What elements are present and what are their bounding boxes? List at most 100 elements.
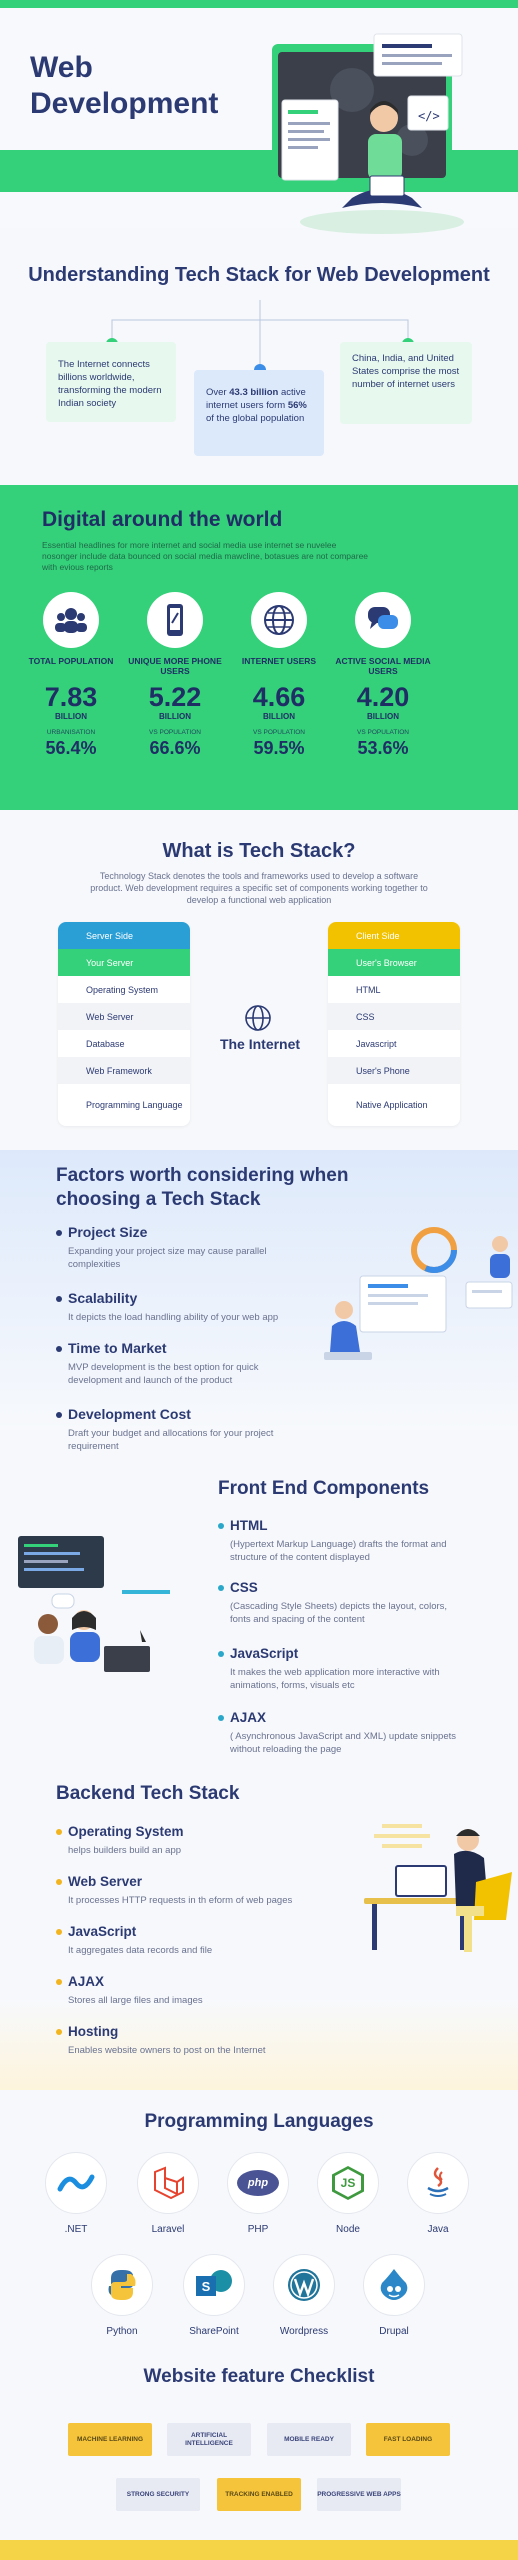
stat-number: 4.20 [356,682,410,712]
factors-title: Factors worth considering when choosing … [56,1165,349,1210]
page-title: Web Development [30,51,219,120]
bullet-icon [56,1929,62,1936]
backend-description: It processes HTTP requests in th eform o… [68,1895,293,1906]
server-row: Web Framework [58,1057,190,1084]
top-bar [0,0,518,8]
php-icon: php [227,2152,289,2214]
stat-sublabel: VS POPULATION [253,729,305,736]
factor-item: Project Size Expanding your project size… [56,1224,306,1271]
stat-number: 4.66 [252,682,306,712]
phone-icon [147,592,203,648]
frontend-heading: JavaScript [218,1646,468,1661]
frontend-item: JavaScript It makes the web application … [218,1646,468,1692]
chat-icon [355,592,411,648]
language-java: Java [406,2152,470,2235]
feature-pill: TRACKING ENABLED [217,2478,301,2511]
languages-title: Programming Languages [144,2111,374,2132]
factor-heading: Scalability [56,1290,306,1306]
language-laravel: Laravel [136,2152,200,2235]
language-label: Python [106,2326,138,2337]
server-row: Web Server [58,1003,190,1030]
info-card-countries: China, India, and United States comprise… [340,342,472,424]
client-row: User's Browser [328,949,460,976]
card-text: Over [206,387,230,398]
dotnet-icon [45,2152,107,2214]
python-icon [91,2254,153,2316]
language-wordpress: Wordpress [272,2254,336,2337]
stat-label: INTERNET USERS [241,656,317,666]
server-row: Your Server [58,949,190,976]
frontend-description: It makes the web application more intera… [230,1667,440,1691]
server-row: Programming Language [86,1100,183,1110]
stat-sublabel: VS POPULATION [357,729,409,736]
language-node: JS Node [316,2152,380,2235]
client-side-header: Client Side [328,922,460,949]
bullet-icon [56,1296,62,1303]
frontend-item: HTML (Hypertext Markup Language) drafts … [218,1518,468,1564]
bullet-icon [218,1523,224,1530]
stat-unit: BILLION [159,712,191,721]
feature-pill: MACHINE LEARNING [68,2423,152,2456]
analytics-illustration [324,1227,513,1360]
frontend-title: Front End Components [218,1478,430,1499]
frontend-heading: CSS [218,1580,468,1595]
client-row: CSS [328,1003,460,1030]
backend-description: It aggregates data records and file [68,1945,213,1956]
feature-pill: PROGRESSIVE WEB APPS [317,2478,401,2511]
stat-unit: BILLION [263,712,295,721]
factor-heading: Time to Market [56,1340,306,1356]
stat-percent: 56.4% [45,738,97,758]
stat-percent: 59.5% [253,738,305,758]
backend-item: AJAX Stores all large files and images [56,1974,316,2006]
bottom-bar [0,2540,518,2560]
stat-number: 7.83 [44,682,98,712]
client-row: Native Application [356,1100,428,1110]
stat-number: 5.22 [148,682,202,712]
backend-heading: AJAX [56,1974,316,1989]
server-row: Operating System [86,984,159,995]
bullet-icon [56,1979,62,1986]
stat-social-users: ACTIVE SOCIAL MEDIA USERS 4.20 BILLION V… [328,592,438,759]
stat-population: TOTAL POPULATION 7.83 BILLION URBANISATI… [16,592,126,759]
factor-item: Time to Market MVP development is the be… [56,1340,306,1387]
backend-item: JavaScript It aggregates data records an… [56,1924,316,1956]
drupal-icon [363,2254,425,2316]
language-label: SharePoint [189,2326,239,2337]
bullet-icon [218,1651,224,1658]
backend-item: Operating System helps builders build an… [56,1824,316,1856]
stat-label: ACTIVE SOCIAL MEDIA USERS [335,656,431,676]
client-row: User's Phone [328,1057,460,1084]
language-drupal: Drupal [362,2254,426,2337]
feature-pill: ARTIFICIAL INTELLIGENCE [167,2423,251,2456]
stat-phone-users: UNIQUE MORE PHONE USERS 5.22 BILLION VS … [120,592,230,759]
server-side-header: Server Side [58,922,190,949]
factor-description: Expanding your project size may cause pa… [68,1246,267,1270]
factor-description: MVP development is the best option for q… [68,1362,259,1386]
language-dotnet: .NET [44,2152,108,2235]
bullet-icon [56,1346,62,1353]
frontend-description: (Cascading Style Sheets) depicts the lay… [230,1601,448,1625]
language-label: Wordpress [279,2326,329,2337]
techstack-title: What is Tech Stack? [162,840,356,862]
factor-heading: Development Cost [56,1406,306,1422]
sharepoint-icon: S [183,2254,245,2316]
globe-icon [251,592,307,648]
bullet-icon [56,1412,62,1419]
digital-description: Essential headlines for more internet an… [42,540,369,572]
node-icon: JS [317,2152,379,2214]
card-text: of the global population [206,413,305,424]
feature-pill: FAST LOADING [366,2423,450,2456]
server-side-column: Server Side Your Server Operating System… [58,922,190,1126]
info-card-india: The Internet connects billions worldwide… [46,342,176,422]
laravel-icon [137,2152,199,2214]
backend-item: Web Server It processes HTTP requests in… [56,1874,316,1906]
card-highlight: 56% [287,400,307,411]
stat-sublabel: URBANISATION [46,729,96,736]
backend-heading: Hosting [56,2024,316,2039]
frontend-description: (Hypertext Markup Language) drafts the f… [230,1539,447,1563]
java-icon [407,2152,469,2214]
backend-item: Hosting Enables website owners to post o… [56,2024,316,2056]
bullet-icon [218,1585,224,1592]
stat-unit: BILLION [55,712,87,721]
factor-description: Draft your budget and allocations for yo… [68,1428,274,1452]
